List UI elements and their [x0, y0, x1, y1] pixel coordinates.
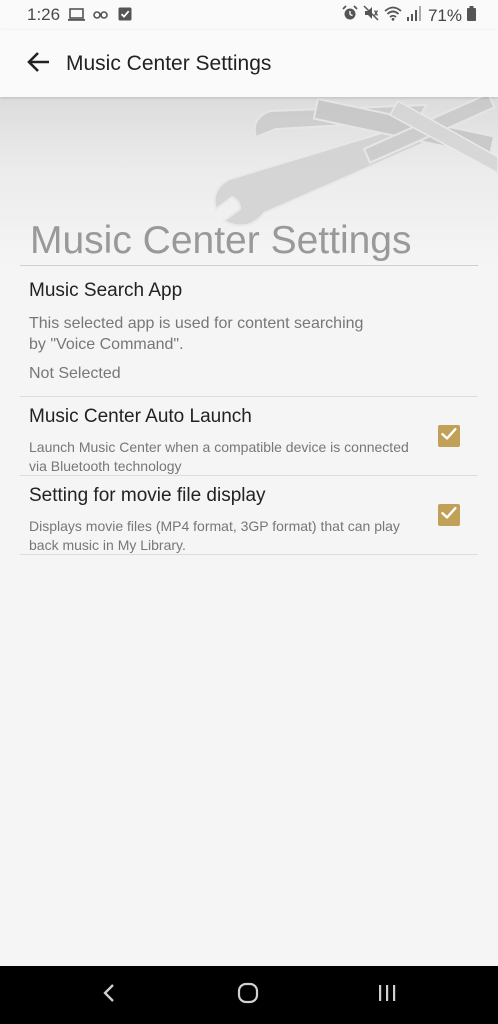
page-heading: Music Center Settings: [30, 219, 412, 262]
wifi-icon: [384, 5, 402, 26]
auto-launch-checkbox[interactable]: [438, 425, 460, 447]
app-bar: Music Center Settings: [0, 30, 498, 97]
mute-icon: [363, 5, 379, 26]
status-bar: 1:26 71%: [0, 0, 498, 30]
back-button[interactable]: [24, 50, 54, 78]
arrow-left-icon: [27, 51, 51, 78]
nav-home-button[interactable]: [230, 977, 266, 1013]
settings-list: Music Search App This selected app is us…: [20, 266, 478, 555]
navigation-bar: [0, 966, 498, 1024]
laptop-icon: [68, 6, 85, 26]
setting-music-search-app[interactable]: Music Search App This selected app is us…: [20, 266, 478, 397]
setting-auto-launch[interactable]: Music Center Auto Launch Launch Music Ce…: [20, 397, 478, 476]
setting-title: Music Search App: [29, 280, 183, 301]
key-icon: [93, 6, 110, 26]
status-right-icons: 71%: [342, 5, 476, 26]
setting-title: Setting for movie file display: [29, 485, 266, 506]
alarm-icon: [342, 5, 358, 26]
nav-recent-apps-button[interactable]: [369, 977, 405, 1013]
setting-summary: This selected app is used for content se…: [29, 315, 364, 353]
movie-file-display-checkbox[interactable]: [438, 504, 460, 526]
nav-back-button[interactable]: [91, 977, 127, 1013]
battery-icon: [467, 5, 476, 26]
home-icon: [237, 982, 259, 1009]
signal-icon: [406, 5, 421, 26]
checkbox-notification-icon: [118, 6, 132, 26]
setting-summary: Displays movie files (MP4 format, 3GP fo…: [29, 518, 400, 553]
checkmark-icon: [441, 506, 457, 525]
setting-title: Music Center Auto Launch: [29, 406, 252, 427]
recent-apps-icon: [377, 983, 397, 1008]
setting-movie-file-display[interactable]: Setting for movie file display Displays …: [20, 476, 478, 555]
status-time: 1:26: [27, 5, 61, 24]
status-left-icons: [68, 6, 132, 26]
checkmark-icon: [441, 427, 457, 446]
app-bar-title: Music Center Settings: [66, 52, 272, 75]
battery-percentage: 71%: [427, 5, 462, 25]
setting-value: Not Selected: [29, 365, 121, 382]
back-nav-icon: [102, 983, 116, 1008]
setting-summary: Launch Music Center when a compatible de…: [29, 439, 409, 474]
